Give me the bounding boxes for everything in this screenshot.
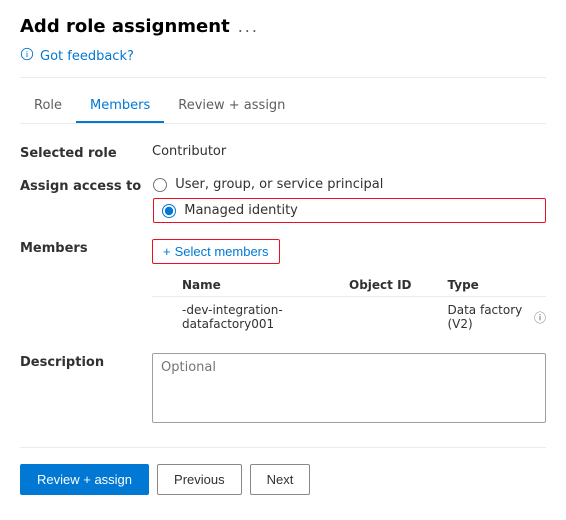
members-content: + Select members Name Object ID Type -de… xyxy=(152,239,546,337)
review-assign-button[interactable]: Review + assign xyxy=(20,464,149,495)
info-icon[interactable]: ⓘ xyxy=(534,309,546,326)
managed-identity-box: Managed identity xyxy=(153,198,546,223)
tab-role[interactable]: Role xyxy=(20,90,76,123)
footer-buttons: Review + assign Previous Next xyxy=(20,464,546,495)
col-header-name: Name xyxy=(152,278,349,292)
radio-group: User, group, or service principal Manage… xyxy=(153,177,546,223)
description-row: Description xyxy=(20,353,546,427)
members-table: Name Object ID Type -dev-integration-dat… xyxy=(152,274,546,337)
header-ellipsis[interactable]: ... xyxy=(238,17,259,36)
radio-managed-input[interactable] xyxy=(162,204,176,218)
selected-role-label: Selected role xyxy=(20,144,140,161)
tab-review-assign[interactable]: Review + assign xyxy=(164,90,299,123)
assign-access-label: Assign access to xyxy=(20,177,141,194)
radio-user-input[interactable] xyxy=(153,178,167,192)
description-label: Description xyxy=(20,353,140,370)
previous-button[interactable]: Previous xyxy=(157,464,242,495)
tabs-container: Role Members Review + assign xyxy=(20,90,546,124)
members-label: Members xyxy=(20,239,140,256)
row-type: Data factory (V2) xyxy=(448,303,530,331)
col-header-type: Type xyxy=(448,278,547,292)
col-header-object-id: Object ID xyxy=(349,278,448,292)
selected-role-value: Contributor xyxy=(152,144,546,159)
radio-option-user[interactable]: User, group, or service principal xyxy=(153,177,546,192)
radio-managed-label: Managed identity xyxy=(184,203,298,218)
next-button[interactable]: Next xyxy=(250,464,311,495)
radio-option-managed[interactable]: Managed identity xyxy=(162,203,298,218)
description-textarea[interactable] xyxy=(152,353,546,423)
feedback-link[interactable]: Got feedback? xyxy=(40,49,134,64)
tab-members[interactable]: Members xyxy=(76,90,164,123)
table-row: -dev-integration-datafactory001 Data fac… xyxy=(152,297,546,337)
members-table-header: Name Object ID Type xyxy=(152,274,546,297)
form-section: Selected role Contributor Assign access … xyxy=(20,144,546,427)
footer-divider xyxy=(20,447,546,448)
plus-icon: + xyxy=(163,244,171,259)
members-row: Members + Select members Name Object ID … xyxy=(20,239,546,337)
selected-role-row: Selected role Contributor xyxy=(20,144,546,161)
page-header: Add role assignment ... xyxy=(20,16,546,37)
page-title: Add role assignment xyxy=(20,16,230,37)
row-type-cell: Data factory (V2) ⓘ xyxy=(448,303,547,331)
radio-user-label: User, group, or service principal xyxy=(175,177,383,192)
feedback-icon xyxy=(20,47,34,65)
assign-access-row: Assign access to User, group, or service… xyxy=(20,177,546,223)
row-name: -dev-integration-datafactory001 xyxy=(152,303,349,331)
page-container: Add role assignment ... Got feedback? Ro… xyxy=(0,0,566,511)
feedback-row: Got feedback? xyxy=(20,47,546,78)
select-members-button[interactable]: + Select members xyxy=(152,239,280,264)
select-members-label: Select members xyxy=(175,244,269,259)
description-content xyxy=(152,353,546,427)
